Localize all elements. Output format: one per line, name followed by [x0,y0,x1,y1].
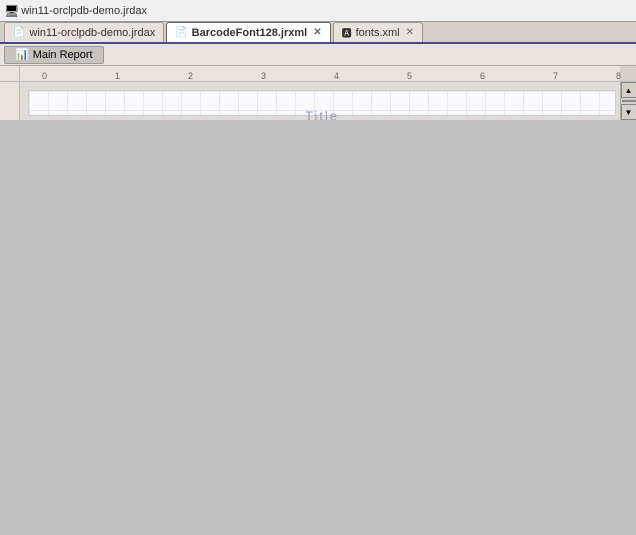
ruler-left: 0 1 2 3 [0,82,20,120]
ruler-mark-6: 6 [480,71,485,81]
title-bar: 🖥 win11-orclpdb-demo.jrdax [0,0,636,22]
ruler-top: 0 1 2 3 4 5 6 7 8 [40,66,620,82]
scroll-up-button[interactable]: ▲ [621,82,636,98]
report-tab-label: Main Report [33,49,93,61]
report-tab-bar: 📊 Main Report [0,44,636,66]
report-tab-icon: 📊 [15,48,29,61]
tab-main-file-icon: 📄 [13,27,25,38]
tab-fonts-close[interactable]: ✕ [406,27,414,38]
scroll-thumb[interactable] [622,100,636,102]
ruler-container: 0 1 2 3 4 5 6 7 8 0 1 2 3 Title [0,66,636,120]
tab-fonts-label: fonts.xml [356,27,400,39]
ruler-mark-2: 2 [188,71,193,81]
tab-fonts[interactable]: 🅰 fonts.xml ✕ [333,22,423,42]
tab-fonts-icon: 🅰 [342,25,352,40]
band-title: Title [29,91,615,120]
canvas-inner: Title Page Header Column Header SYSDATE … [28,90,616,116]
ruler-mark-4: 4 [334,71,339,81]
main-report-tab[interactable]: 📊 Main Report [4,46,104,64]
ruler-mark-3: 3 [261,71,266,81]
ruler-mark-1: 1 [115,71,120,81]
tab-barcode-font[interactable]: 📄 BarcodeFont128.jrxml ✕ [166,22,330,42]
ruler-mark-8: 8 [616,71,621,81]
scrollbar-right[interactable]: ▲ ▼ [620,82,636,120]
window-title: win11-orclpdb-demo.jrdax [21,5,147,17]
tab-barcode-label: BarcodeFont128.jrxml [192,27,308,39]
ruler-mark-7: 7 [553,71,558,81]
tab-bar: 📄 win11-orclpdb-demo.jrdax 📄 BarcodeFont… [0,22,636,44]
ruler-mark-5: 5 [407,71,412,81]
design-area: 0 1 2 3 Title Page Header Column Header [0,82,636,120]
tab-main-file[interactable]: 📄 win11-orclpdb-demo.jrdax [4,22,164,42]
ruler-mark-0: 0 [42,71,47,81]
tab-main-file-label: win11-orclpdb-demo.jrdax [29,27,155,39]
canvas: Title Page Header Column Header SYSDATE … [20,82,620,120]
tab-barcode-close[interactable]: ✕ [313,27,321,38]
app-icon: 🖥 [4,4,19,18]
band-title-label: Title [29,108,615,120]
tab-barcode-icon: 📄 [175,27,187,38]
scroll-down-button[interactable]: ▼ [621,104,636,120]
